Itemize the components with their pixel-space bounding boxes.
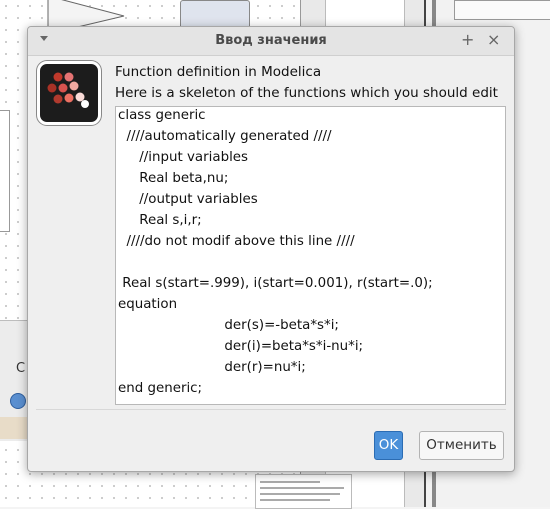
panel-letter: C xyxy=(16,361,26,376)
code-line: der(i)=beta*s*i-nu*i; xyxy=(118,339,364,354)
dialog-titlebar[interactable]: Ввод значения + × xyxy=(28,27,514,56)
message-heading: Function definition in Modelica xyxy=(115,64,322,80)
background-frame xyxy=(0,110,10,232)
zoom-in-icon xyxy=(10,393,26,409)
thumbnail-line xyxy=(260,499,330,501)
thumbnail-line xyxy=(260,493,340,495)
app-logo-dots-icon xyxy=(37,61,101,125)
maximize-button[interactable]: + xyxy=(461,31,474,49)
input-dialog: Ввод значения + × Function definition in… xyxy=(27,26,515,472)
code-line: Real s,i,r; xyxy=(118,213,202,228)
code-line: der(s)=-beta*s*i; xyxy=(118,318,339,333)
background-field xyxy=(454,0,550,20)
button-separator xyxy=(36,409,506,410)
code-line: ////do not modif above this line //// xyxy=(118,234,355,249)
code-editor[interactable]: class generic ////automatically generate… xyxy=(115,106,506,405)
code-line: //input variables xyxy=(118,150,249,165)
document-thumbnail xyxy=(255,474,352,509)
cancel-button[interactable]: Отменить xyxy=(419,431,504,460)
code-line: ////automatically generated //// xyxy=(118,129,332,144)
thumbnail-line xyxy=(260,487,344,489)
ok-button[interactable]: OK xyxy=(374,431,403,460)
code-line: end generic; xyxy=(118,381,203,396)
close-button[interactable]: × xyxy=(487,31,500,49)
code-line: class generic xyxy=(118,108,206,123)
code-line: der(r)=nu*i; xyxy=(118,360,306,375)
logo-dots-graphic xyxy=(47,72,89,108)
thumbnail-line xyxy=(260,481,320,483)
message-subheading: Here is a skeleton of the functions whic… xyxy=(115,85,498,101)
dialog-title: Ввод значения xyxy=(215,33,327,48)
code-line: Real beta,nu; xyxy=(118,171,229,186)
code-line: equation xyxy=(118,297,178,312)
code-line: //output variables xyxy=(118,192,258,207)
code-line: Real s(start=.999), i(start=0.001), r(st… xyxy=(118,276,433,291)
